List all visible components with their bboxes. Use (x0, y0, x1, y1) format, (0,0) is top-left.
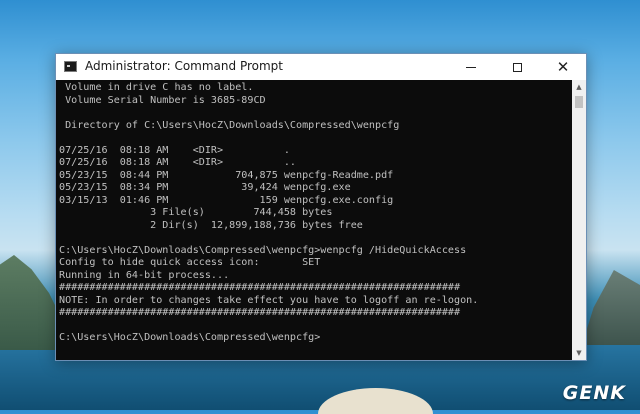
console-text: Volume in drive C has no label. Volume S… (56, 80, 572, 345)
console-line: Running in 64-bit process... (59, 269, 230, 281)
command-prompt-window[interactable]: Administrator: Command Prompt ✕ Volume i… (55, 53, 587, 361)
scroll-thumb[interactable] (575, 96, 583, 108)
maximize-icon (512, 62, 522, 72)
console-line: ########################################… (59, 307, 461, 318)
console-line: 03/15/13 01:46 PM 159 wenpcfg.exe.config (59, 194, 394, 206)
minimize-icon (466, 66, 476, 68)
maximize-button[interactable] (494, 54, 540, 80)
title-bar[interactable]: Administrator: Command Prompt ✕ (56, 54, 586, 80)
minimize-button[interactable] (448, 54, 494, 80)
console-line: Volume in drive C has no label. (59, 82, 254, 93)
console-line: Directory of C:\Users\HocZ\Downloads\Com… (59, 119, 400, 131)
console-line: 3 File(s) 744,458 bytes (59, 207, 333, 218)
console-line: 05/23/15 08:44 PM 704,875 wenpcfg-Readme… (59, 169, 394, 181)
console-line: C:\Users\HocZ\Downloads\Compressed\wenpc… (59, 332, 321, 343)
watermark-logo: GENK (562, 382, 626, 404)
close-button[interactable]: ✕ (540, 54, 586, 80)
console-line: Config to hide quick access icon: SET (59, 257, 321, 268)
scroll-down-arrow[interactable]: ▼ (572, 346, 586, 360)
console-line: 05/23/15 08:34 PM 39,424 wenpcfg.exe (59, 182, 351, 193)
console-line: 2 Dir(s) 12,899,188,736 bytes free (59, 219, 363, 231)
desktop-mountain-right (582, 270, 640, 345)
console-line: ########################################… (59, 282, 461, 293)
console-output[interactable]: Volume in drive C has no label. Volume S… (56, 80, 572, 360)
window-title: Administrator: Command Prompt (85, 59, 283, 73)
console-line: C:\Users\HocZ\Downloads\Compressed\wenpc… (59, 244, 467, 256)
console-line: NOTE: In order to changes take effect yo… (59, 294, 479, 306)
close-icon: ✕ (556, 57, 570, 76)
console-line: 07/25/16 08:18 AM <DIR> .. (59, 157, 297, 168)
console-line: Volume Serial Number is 3685-89CD (59, 94, 266, 106)
console-line: 07/25/16 08:18 AM <DIR> . (59, 144, 290, 156)
vertical-scrollbar[interactable]: ▲ ▼ (572, 80, 586, 360)
scroll-up-arrow[interactable]: ▲ (572, 80, 586, 94)
cmd-icon[interactable] (64, 61, 77, 72)
